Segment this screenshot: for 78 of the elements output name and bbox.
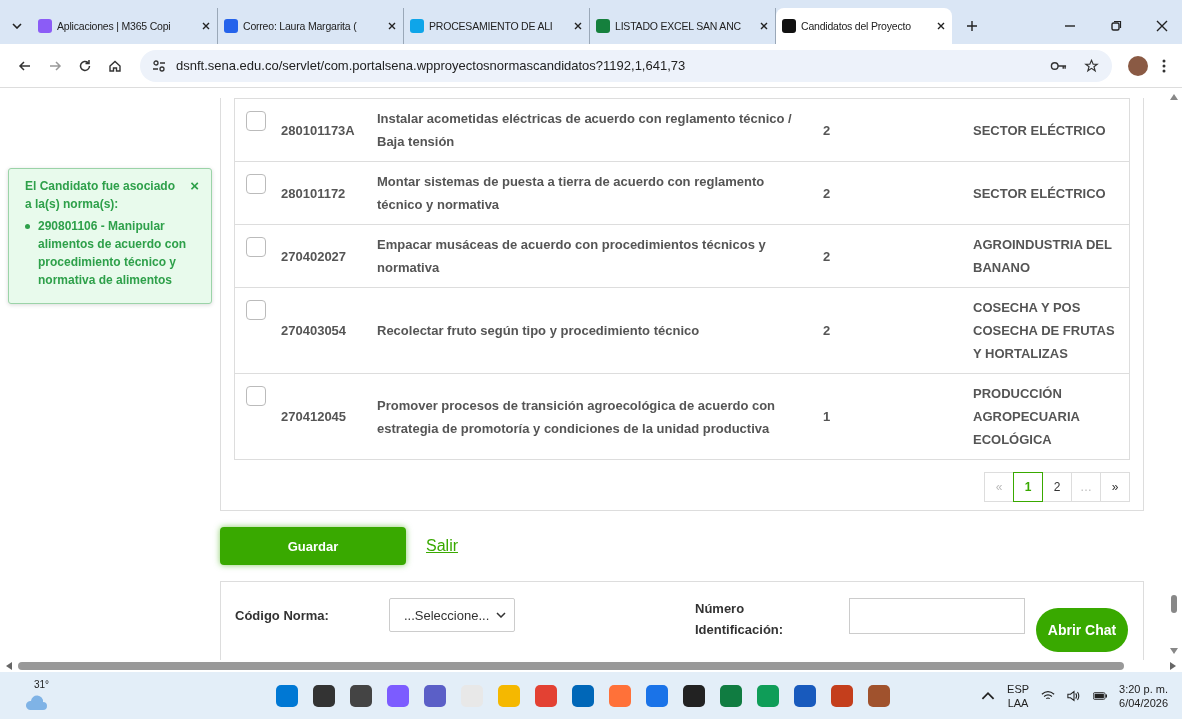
language-text[interactable]: ESP <box>1007 681 1030 696</box>
back-icon[interactable] <box>18 58 32 73</box>
forward-icon[interactable] <box>48 58 62 73</box>
scroll-down-icon[interactable] <box>1170 648 1178 654</box>
app-icon[interactable] <box>312 684 335 707</box>
menu-icon[interactable] <box>1162 57 1166 74</box>
app-icon[interactable] <box>349 684 372 707</box>
close-icon[interactable] <box>936 21 946 31</box>
sector-cell-text: AGROINDUSTRIA DEL BANANO <box>972 236 1113 277</box>
star-icon[interactable] <box>1083 58 1100 73</box>
row-checkbox[interactable] <box>246 386 266 406</box>
description-cell-text: Instalar acometidas eléctricas de acuerdo con reglamento técnico / Baja tensión <box>376 110 793 151</box>
url-text: dsnft.sena.edu.co/servlet/com.portalsena.wpproyectosnormascandidatos?1192,1,641,73 <box>176 58 687 73</box>
reload-icon[interactable] <box>78 58 92 73</box>
scroll-right-icon[interactable] <box>1170 662 1176 670</box>
scrollbar-thumb[interactable] <box>1171 595 1177 613</box>
speaker-icon[interactable] <box>1067 689 1082 702</box>
sector-cell-text: COSECHA Y POS COSECHA DE FRUTAS Y HORTALIZAS <box>972 299 1116 363</box>
description-cell-text: Promover procesos de transición agroecológica de acuerdo con estrategia de promotoría y condiciones de la unidad productiva <box>376 396 777 438</box>
row-checkbox[interactable] <box>246 300 266 320</box>
home-icon[interactable] <box>108 58 122 73</box>
code-cell-text: 270402027 <box>280 247 348 266</box>
number-cell-text: 1 <box>822 408 832 426</box>
close-icon[interactable] <box>1156 20 1168 32</box>
temperature-text: 31° <box>34 678 50 690</box>
wifi-icon[interactable] <box>1041 689 1056 702</box>
favicon-icon <box>596 19 610 33</box>
sector-cell-text: SECTOR ELÉCTRICO <box>972 184 1107 203</box>
number-cell-text: 2 <box>822 247 832 266</box>
code-label: Código Norma: <box>235 607 330 623</box>
site-settings-icon[interactable] <box>152 58 166 73</box>
battery-icon[interactable] <box>1093 689 1108 702</box>
clock-date[interactable]: 6/04/2026 <box>1119 695 1168 710</box>
scrollbar-thumb[interactable] <box>18 662 1124 670</box>
favicon-icon <box>224 19 238 33</box>
favicon-icon <box>782 19 796 33</box>
page-link[interactable]: 2 <box>1042 472 1072 502</box>
description-cell-text: Recolectar fruto según tipo y procedimiento técnico <box>376 322 701 340</box>
row-checkbox[interactable] <box>246 111 266 131</box>
close-icon[interactable] <box>759 21 769 31</box>
code-cell-text: 270403054 <box>280 322 348 340</box>
page-link[interactable]: » <box>1100 472 1130 502</box>
number-cell-text: 2 <box>822 121 832 140</box>
clock-time[interactable]: 3:20 p. m. <box>1119 681 1168 696</box>
code-cell-text: 280101173A <box>280 121 356 140</box>
toast-item: 290801106 - Manipular alimentos de acuerdo con procedimiento técnico y normativa de alimentos <box>38 218 188 289</box>
chevron-down-icon[interactable] <box>12 23 22 29</box>
close-icon[interactable] <box>201 21 211 31</box>
sector-cell-text: PRODUCCIÓN AGROPECUARIA ECOLÓGICA <box>972 385 1081 449</box>
close-icon[interactable] <box>573 21 583 31</box>
number-cell-text: 2 <box>822 184 832 203</box>
favicon-icon <box>38 19 52 33</box>
toast-title: El Candidato fue asociado a la(s) norma(s): <box>25 178 177 213</box>
chevron-up-icon[interactable] <box>981 689 996 702</box>
profile-avatar[interactable] <box>1128 55 1148 76</box>
number-cell-text: 2 <box>822 322 832 340</box>
scroll-up-icon[interactable] <box>1170 94 1178 100</box>
new-tab-icon[interactable] <box>966 20 978 32</box>
layout-text[interactable]: LAA <box>1007 695 1029 710</box>
browser-tab[interactable]: Candidatos del Proyecto <box>776 8 952 44</box>
chevron-down-icon <box>496 612 506 618</box>
bullet-icon <box>25 224 30 229</box>
description-cell-text: Montar sistemas de puesta a tierra de acuerdo con reglamento técnico y normativa <box>376 173 766 214</box>
code-cell-text: 280101172 <box>280 184 347 203</box>
favicon-icon <box>410 19 424 33</box>
code-cell-text: 270412045 <box>280 408 348 426</box>
row-checkbox[interactable] <box>246 237 266 257</box>
code-select[interactable]: ...Seleccione... <box>389 598 515 632</box>
close-icon[interactable] <box>387 21 397 31</box>
sector-cell-text: SECTOR ELÉCTRICO <box>972 121 1107 140</box>
address-bar[interactable]: dsnft.sena.edu.co/servlet/com.portalsena.wpproyectosnormascandidatos?1192,1,641,73 <box>140 49 1112 82</box>
id-label: Número Identificación: <box>695 600 785 639</box>
row-checkbox[interactable] <box>246 174 266 194</box>
description-cell-text: Empacar musáceas de acuerdo con procedimientos técnicos y normativa <box>376 236 767 277</box>
id-input[interactable] <box>849 598 1025 634</box>
restore-icon[interactable] <box>1110 20 1122 32</box>
scroll-left-icon[interactable] <box>6 662 12 670</box>
app-icon[interactable] <box>682 684 705 707</box>
